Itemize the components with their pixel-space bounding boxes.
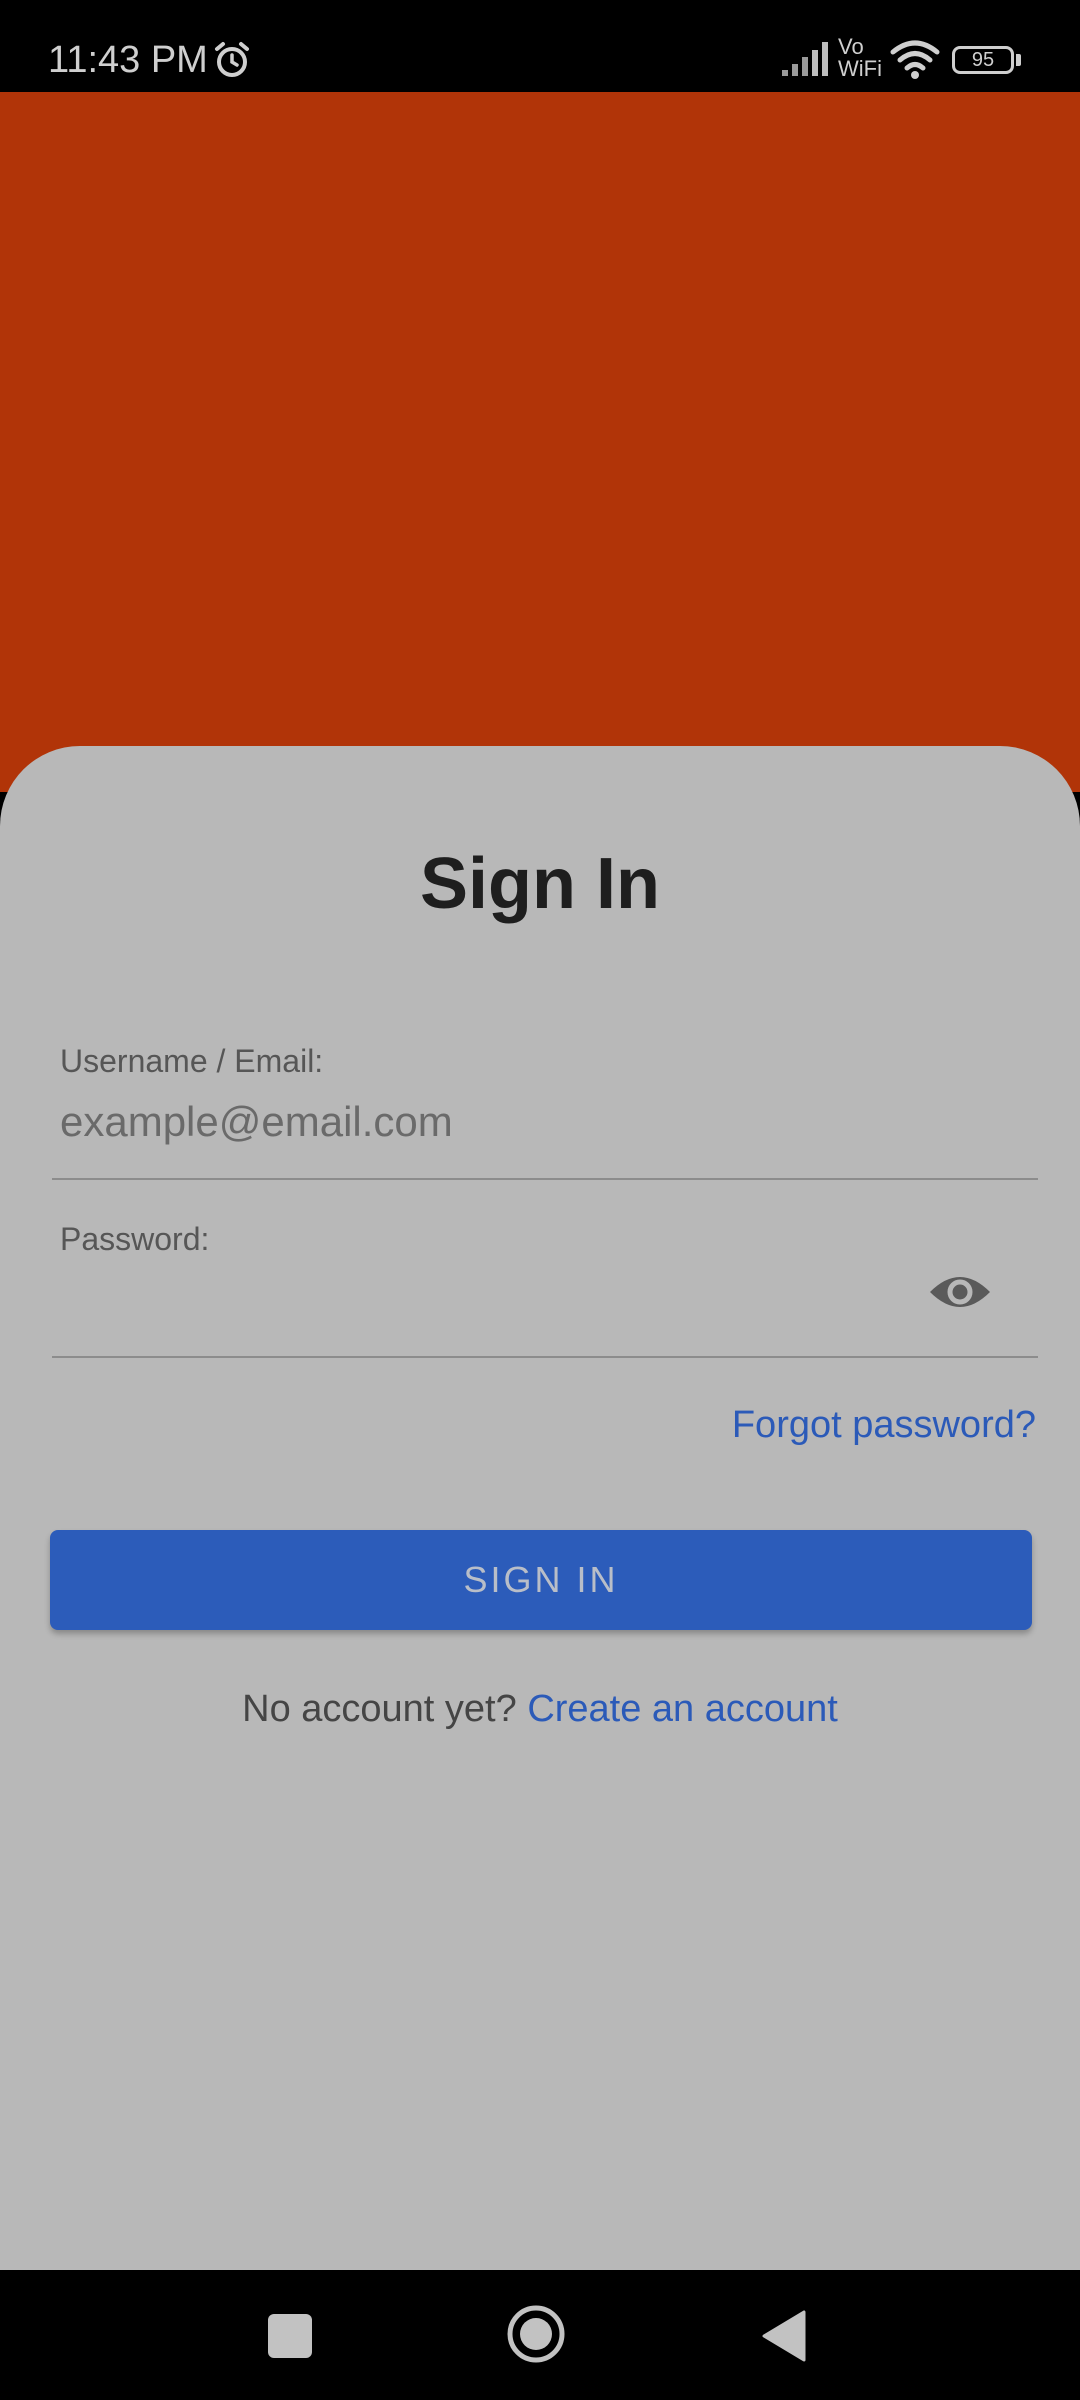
username-underline — [52, 1178, 1038, 1180]
signal-icon — [782, 42, 828, 76]
vowifi-bottom: WiFi — [838, 56, 882, 81]
alarm-icon — [215, 42, 249, 77]
vowifi-top: Vo — [838, 34, 864, 59]
sign-in-button[interactable]: SIGN IN — [50, 1530, 1032, 1630]
create-account-link[interactable]: Create an account — [527, 1688, 838, 1730]
password-label: Password: — [60, 1221, 210, 1257]
signup-row: No account yet? Create an account — [0, 1686, 1080, 1732]
wifi-icon — [890, 40, 940, 79]
signup-prompt: No account yet? — [242, 1688, 517, 1730]
username-label: Username / Email: — [60, 1043, 324, 1079]
back-icon[interactable] — [760, 2310, 806, 2362]
username-input[interactable] — [60, 1092, 920, 1152]
password-underline — [52, 1356, 1038, 1358]
forgot-password-link[interactable]: Forgot password? — [732, 1402, 1036, 1448]
password-input[interactable] — [60, 1270, 880, 1330]
battery-tip — [1016, 54, 1021, 66]
navigation-bar — [0, 2270, 1080, 2400]
sign-in-sheet: Sign In Username / Email: Password: Forg… — [0, 746, 1080, 2270]
battery-level: 95 — [971, 49, 995, 71]
vowifi-indicator: Vo WiFi — [838, 36, 886, 80]
battery-icon: 95 — [952, 46, 1014, 74]
status-bar: 11:43 PM Vo WiFi 95 — [0, 0, 1080, 92]
home-icon[interactable] — [506, 2304, 566, 2364]
recents-icon[interactable] — [268, 2314, 312, 2358]
screen: 11:43 PM Vo WiFi 95 Sign In Username / E… — [0, 0, 1080, 2400]
eye-icon[interactable] — [928, 1270, 992, 1314]
hero-banner — [0, 92, 1080, 792]
status-time: 11:43 PM — [48, 39, 208, 81]
page-title: Sign In — [420, 844, 660, 924]
